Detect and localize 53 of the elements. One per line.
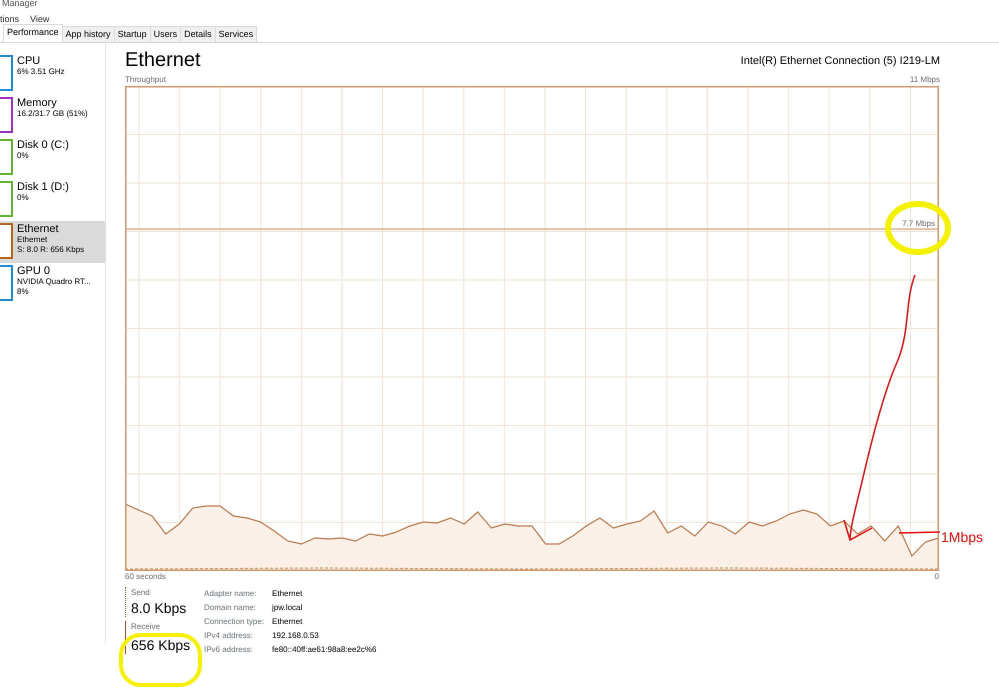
item-name: Memory [17,97,58,109]
item-detail: 8% [17,287,30,297]
item-detail: Ethernet [17,235,48,245]
tab[interactable]: Users [150,26,182,42]
item-detail: S: 8.0 R: 656 Kbps [17,245,84,255]
item-name: Ethernet [17,223,60,235]
receive-rate: 656 Kbps [131,636,192,654]
item-detail: 16.2/31.7 GB (51%) [17,109,88,119]
adapter-model: Intel(R) Ethernet Connection (5) I219-LM [740,54,940,69]
property-value: 192.168.0.53 [272,630,320,642]
tab[interactable]: App history [62,26,115,42]
item-name: GPU 0 [17,265,52,277]
property-value: jpw.local [272,602,304,614]
time-label: 60 seconds [125,570,166,583]
sidebar-item[interactable]: Disk 0 (C:) 0% [0,137,105,179]
item-detail: 0% [17,151,30,161]
max-label: 11 Mbps [910,74,940,86]
sidebar-item[interactable]: GPU 0 NVIDIA Quadro RT... 8% [0,263,105,305]
panel-title: Ethernet [125,48,201,72]
property-value: Ethernet [272,588,304,600]
item-name: CPU [17,55,42,67]
send-label: Send [131,587,151,600]
property-label: IPv6 address: [204,644,272,658]
send-rate: 8.0 Kbps [131,599,188,618]
property-label: Connection type: [204,616,266,628]
tab[interactable]: Performance [3,24,63,42]
item-detail: 0% [17,193,30,203]
item-detail: NVIDIA Quadro RT... [17,277,91,287]
property-label: Adapter name: [204,588,258,600]
tab[interactable]: Startup [114,26,151,42]
min-label: 0 [934,570,939,583]
receive-label: Receive [131,621,161,634]
item-name: Disk 1 (D:) [17,181,69,193]
handwritten-note: 1Mbps [941,528,984,547]
menu-item[interactable]: tions [0,13,20,26]
sidebar-item[interactable]: Ethernet Ethernet S: 8.0 R: 656 Kbps [0,221,105,263]
chart-label: Throughput [125,74,166,86]
tab[interactable]: Services [214,26,258,42]
tab[interactable]: Details [180,26,216,42]
property-label: IPv4 address: [204,630,254,642]
highlight-circle [885,201,951,255]
reference-label: 7.7 Mbps [902,218,935,230]
sidebar-item[interactable]: CPU 6% 3.51 GHz [0,53,105,95]
item-name: Disk 0 (C:) [17,139,69,151]
sidebar-item[interactable]: Memory 16.2/31.7 GB (51%) [0,95,105,137]
property-value: fe80::40ff:ae61:98a8:ee2c%6 [272,644,378,656]
property-value: Ethernet [272,616,304,628]
item-detail: 6% 3.51 GHz [17,67,65,77]
property-label: Domain name: [204,601,272,616]
sidebar-item[interactable]: Disk 1 (D:) 0% [0,179,105,221]
window-title: Manager [1,0,38,9]
menu-item[interactable]: View [30,13,50,26]
leader-line [898,531,940,534]
